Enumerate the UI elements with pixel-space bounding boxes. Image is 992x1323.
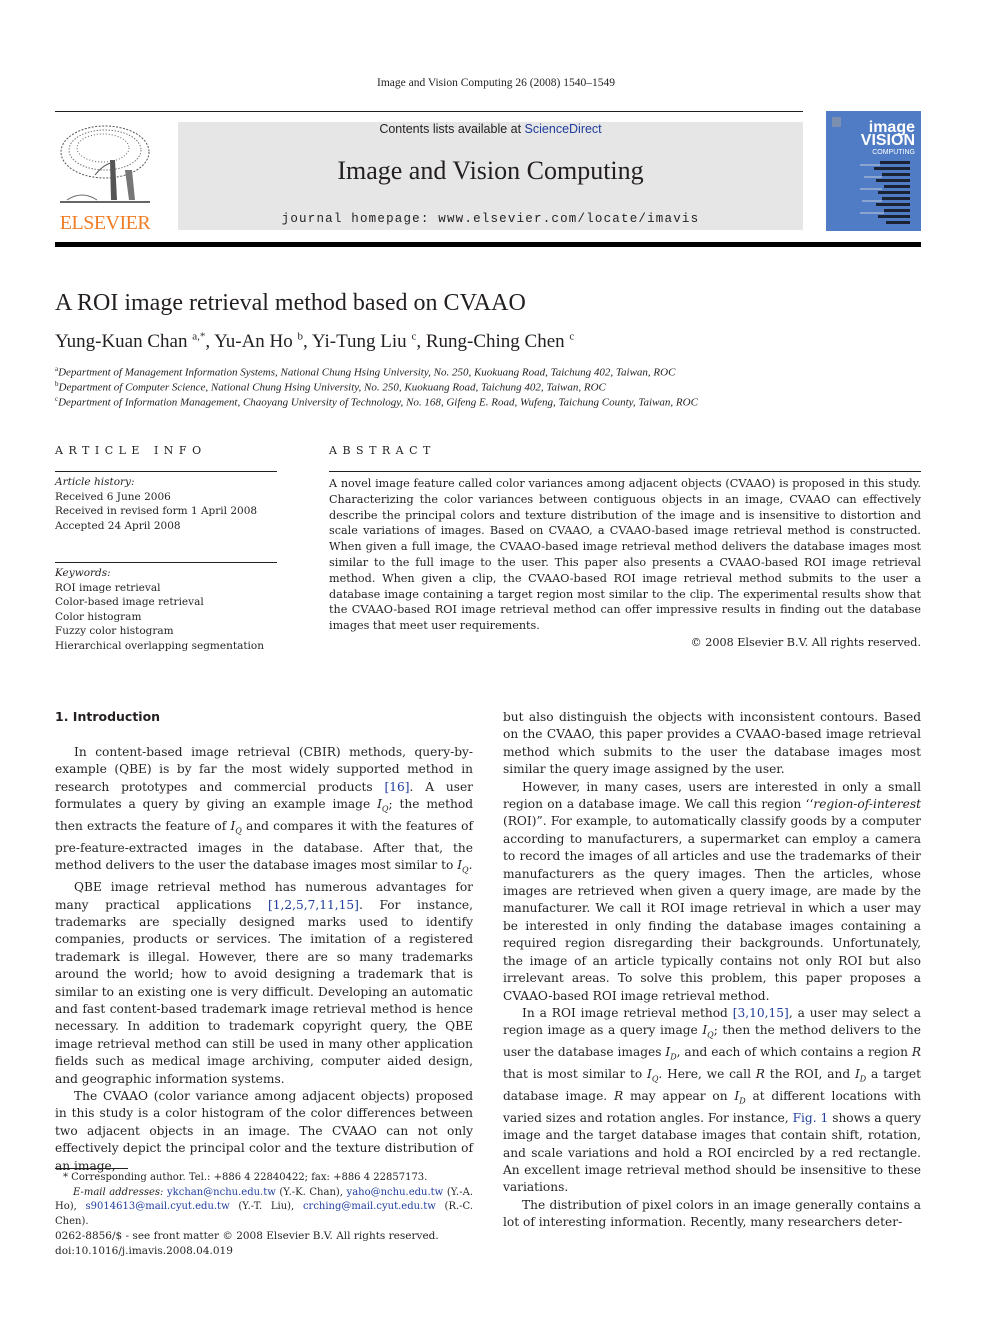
journal-title: Image and Vision Computing bbox=[337, 156, 644, 185]
keyword: Fuzzy color histogram bbox=[55, 625, 174, 637]
figure-link[interactable]: Fig. 1 bbox=[793, 1111, 829, 1125]
running-head: Image and Vision Computing 26 (2008) 154… bbox=[376, 77, 616, 89]
keyword: ROI image retrieval bbox=[55, 581, 161, 594]
email-link[interactable]: yaho@nchu.edu.tw bbox=[347, 1187, 444, 1198]
contents-line: Contents lists available at ScienceDirec… bbox=[178, 122, 803, 136]
paragraph: but also distinguish the objects with in… bbox=[503, 710, 921, 777]
paragraph: QBE image retrieval method has numerous … bbox=[55, 880, 473, 1086]
paragraph: In content-based image retrieval (CBIR) … bbox=[55, 745, 473, 875]
affiliation: aDepartment of Management Information Sy… bbox=[55, 365, 676, 379]
footnote-rule bbox=[55, 1168, 128, 1169]
author[interactable]: Yung-Kuan Chan a,* bbox=[55, 331, 205, 352]
email-link[interactable]: ykchan@nchu.edu.tw bbox=[167, 1187, 276, 1198]
abstract-copyright: © 2008 Elsevier B.V. All rights reserved… bbox=[690, 636, 921, 649]
front-matter: 0262-8856/$ - see front matter © 2008 El… bbox=[55, 1229, 439, 1258]
journal-homepage-link[interactable]: journal homepage: www.elsevier.com/locat… bbox=[178, 212, 803, 226]
article-info-heading: ARTICLE INFO bbox=[55, 444, 207, 457]
email-link[interactable]: s9014613@mail.cyut.edu.tw bbox=[86, 1201, 230, 1212]
contents-prefix: Contents lists available at bbox=[379, 122, 525, 136]
email-addresses: E-mail addresses: ykchan@nchu.edu.tw (Y.… bbox=[55, 1186, 474, 1227]
keywords-label: Keywords: bbox=[55, 567, 111, 579]
paragraph: The CVAAO (color variance among adjacent… bbox=[55, 1089, 473, 1173]
section-heading: 1. Introduction bbox=[55, 709, 161, 724]
history-item: Received 6 June 2006 bbox=[55, 490, 171, 503]
sciencedirect-link[interactable]: ScienceDirect bbox=[525, 122, 602, 136]
paragraph: In a ROI image retrieval method [3,10,15… bbox=[503, 1005, 922, 1195]
cover-publisher-icon bbox=[832, 117, 841, 127]
history-item: Accepted 24 April 2008 bbox=[55, 519, 181, 532]
keyword: Color histogram bbox=[55, 610, 142, 623]
paragraph: The distribution of pixel colors in an i… bbox=[503, 1197, 921, 1230]
citation-link[interactable]: [1,2,5,7,11,15] bbox=[268, 898, 359, 912]
author[interactable]: Rung-Ching Chen c bbox=[426, 331, 574, 352]
email-link[interactable]: crching@mail.cyut.edu.tw bbox=[303, 1201, 436, 1212]
body-left-column: In content-based image retrieval (CBIR) … bbox=[55, 744, 473, 1175]
history-label: Article history: bbox=[55, 476, 135, 488]
divider bbox=[55, 471, 277, 472]
divider bbox=[329, 471, 921, 472]
keyword: Color-based image retrieval bbox=[55, 596, 204, 608]
citation-link[interactable]: [3,10,15] bbox=[733, 1006, 789, 1020]
doi[interactable]: doi:10.1016/j.imavis.2008.04.019 bbox=[55, 1244, 439, 1259]
body-right-column: but also distinguish the objects with in… bbox=[503, 709, 921, 1232]
email-label: E-mail addresses: bbox=[73, 1186, 164, 1198]
history-item: Received in revised form 1 April 2008 bbox=[55, 505, 258, 517]
elsevier-tree-icon bbox=[60, 125, 150, 203]
elsevier-wordmark: ELSEVIER bbox=[59, 212, 151, 234]
divider bbox=[55, 562, 277, 563]
affiliation: bDepartment of Computer Science, Nationa… bbox=[55, 380, 606, 394]
article-title: A ROI image retrieval method based on CV… bbox=[55, 290, 526, 316]
issn-line: 0262-8856/$ - see front matter © 2008 El… bbox=[55, 1230, 439, 1242]
cover-subtitle: COMPUTING bbox=[872, 149, 915, 156]
header-thick-rule bbox=[55, 242, 921, 247]
affiliation: cDepartment of Information Management, C… bbox=[55, 395, 698, 409]
abstract-text: A novel image feature called color varia… bbox=[329, 477, 921, 633]
journal-cover[interactable]: image VISION COMPUTING bbox=[826, 111, 921, 231]
author[interactable]: Yi-Tung Liu c bbox=[312, 331, 417, 352]
paragraph: However, in many cases, users are intere… bbox=[503, 779, 921, 1003]
article-history: Article history: Received 6 June 2006 Re… bbox=[55, 475, 257, 533]
cover-title: image VISION bbox=[860, 119, 915, 149]
author[interactable]: Yu-An Ho b bbox=[214, 331, 303, 352]
keyword: Hierarchical overlapping segmentation bbox=[55, 639, 264, 652]
elsevier-logo[interactable]: ELSEVIER bbox=[55, 120, 155, 234]
corresponding-author-note: * Corresponding author. Tel.: +886 4 228… bbox=[63, 1172, 428, 1183]
keywords: Keywords: ROI image retrieval Color-base… bbox=[55, 566, 264, 653]
footnote: * Corresponding author. Tel.: +886 4 228… bbox=[55, 1171, 473, 1229]
cover-stripes-icon bbox=[860, 161, 910, 224]
author-list: Yung-Kuan Chan a,*, Yu-An Ho b, Yi-Tung … bbox=[55, 330, 575, 352]
abstract-heading: ABSTRACT bbox=[329, 444, 436, 457]
journal-banner: Contents lists available at ScienceDirec… bbox=[178, 122, 803, 230]
citation-link[interactable]: [16] bbox=[384, 780, 409, 794]
top-rule bbox=[55, 111, 803, 112]
